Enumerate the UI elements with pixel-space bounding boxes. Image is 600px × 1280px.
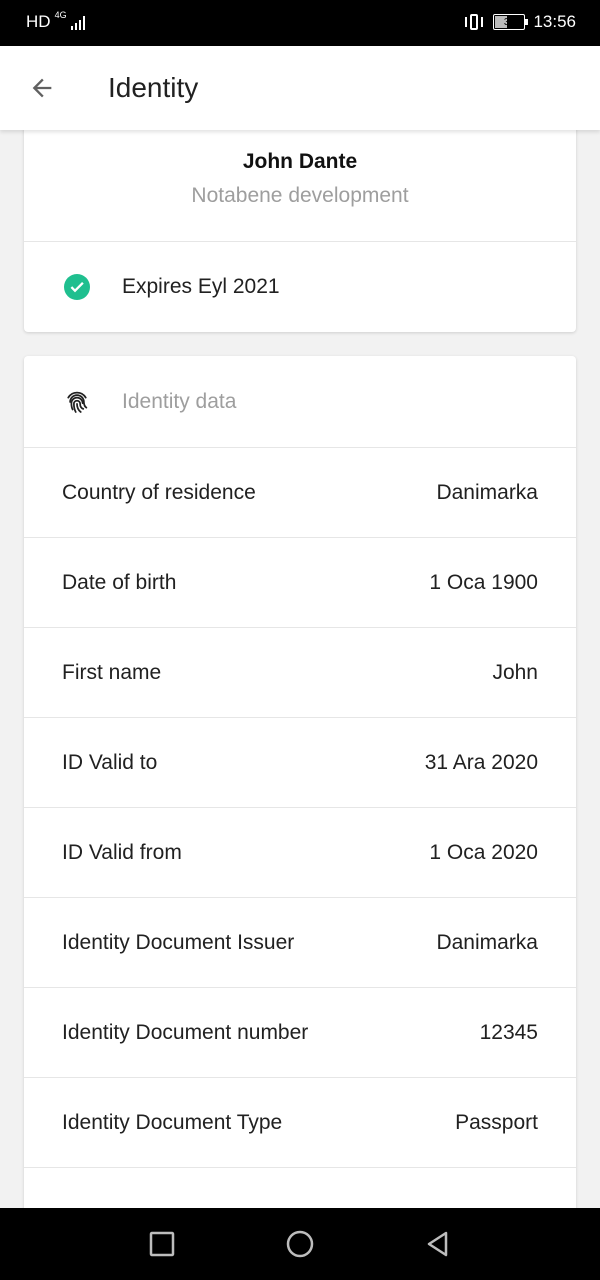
status-time: 13:56 <box>533 12 576 31</box>
data-row: Identity Document number 12345 <box>24 988 576 1078</box>
row-value: 1 Oca 2020 <box>429 840 538 864</box>
expiry-text: Expires Eyl 2021 <box>122 275 280 298</box>
network-type: 4G <box>54 10 67 20</box>
row-value: 31 Ara 2020 <box>424 750 538 774</box>
app-bar: Identity <box>0 46 600 130</box>
system-back-button[interactable] <box>422 1228 454 1260</box>
page-title: Identity <box>108 72 199 103</box>
square-icon <box>149 1231 175 1257</box>
recent-apps-button[interactable] <box>146 1228 178 1260</box>
row-label: Identity Document Issuer <box>62 930 295 954</box>
status-bar: HD 4G 37 13:56 <box>0 0 600 46</box>
data-row: Country of residence Danimarka <box>24 448 576 538</box>
signal-icon <box>70 16 85 30</box>
row-label: Country of residence <box>62 480 256 504</box>
status-right: 37 13:56 <box>463 12 576 32</box>
data-row: ID Valid from 1 Oca 2020 <box>24 808 576 898</box>
identity-data-title: Identity data <box>122 389 237 413</box>
identity-data-header: Identity data <box>24 356 576 448</box>
row-label: ID Valid to <box>62 750 158 774</box>
arrow-back-icon <box>32 78 52 98</box>
fingerprint-icon <box>67 391 88 413</box>
back-button[interactable] <box>22 68 62 108</box>
home-button[interactable] <box>284 1228 316 1260</box>
circle-icon <box>286 1230 314 1258</box>
row-value: Danimarka <box>436 480 538 504</box>
row-label: Identity Document Type <box>62 1110 283 1134</box>
vibrate-icon <box>463 13 485 31</box>
row-value: Passport <box>455 1110 538 1134</box>
data-row: First name John <box>24 628 576 718</box>
row-value: Danimarka <box>436 930 538 954</box>
battery-level: 37 <box>503 16 516 28</box>
row-value: 1 Oca 1900 <box>429 570 538 594</box>
row-label: Identity Document number <box>62 1020 309 1044</box>
profile-organization: Notabene development <box>191 184 409 207</box>
row-label: ID Valid from <box>62 840 182 864</box>
check-circle-icon <box>64 274 90 300</box>
content-scroll[interactable]: John Dante Notabene development Expires … <box>0 130 600 1208</box>
profile-section: John Dante Notabene development <box>24 130 576 242</box>
battery-icon: 37 <box>493 14 529 30</box>
row-label: First name <box>62 660 162 684</box>
row-value: John <box>492 660 538 684</box>
data-row: Date of birth 1 Oca 1900 <box>24 538 576 628</box>
status-left: HD 4G <box>26 10 85 32</box>
row-label: Date of birth <box>62 570 177 594</box>
profile-card: John Dante Notabene development Expires … <box>24 130 576 332</box>
identity-data-card: Identity data Country of residence Danim… <box>24 356 576 1208</box>
expiry-row: Expires Eyl 2021 <box>24 242 576 332</box>
profile-name: John Dante <box>242 150 358 173</box>
data-row: ID Valid to 31 Ara 2020 <box>24 718 576 808</box>
row-value: 12345 <box>479 1020 538 1044</box>
data-row: Identity Document Issuer Danimarka <box>24 898 576 988</box>
data-row: Identity Document Type Passport <box>24 1078 576 1168</box>
hd-indicator: HD <box>26 12 51 31</box>
triangle-back-icon <box>427 1231 448 1257</box>
navigation-bar <box>0 1208 600 1280</box>
